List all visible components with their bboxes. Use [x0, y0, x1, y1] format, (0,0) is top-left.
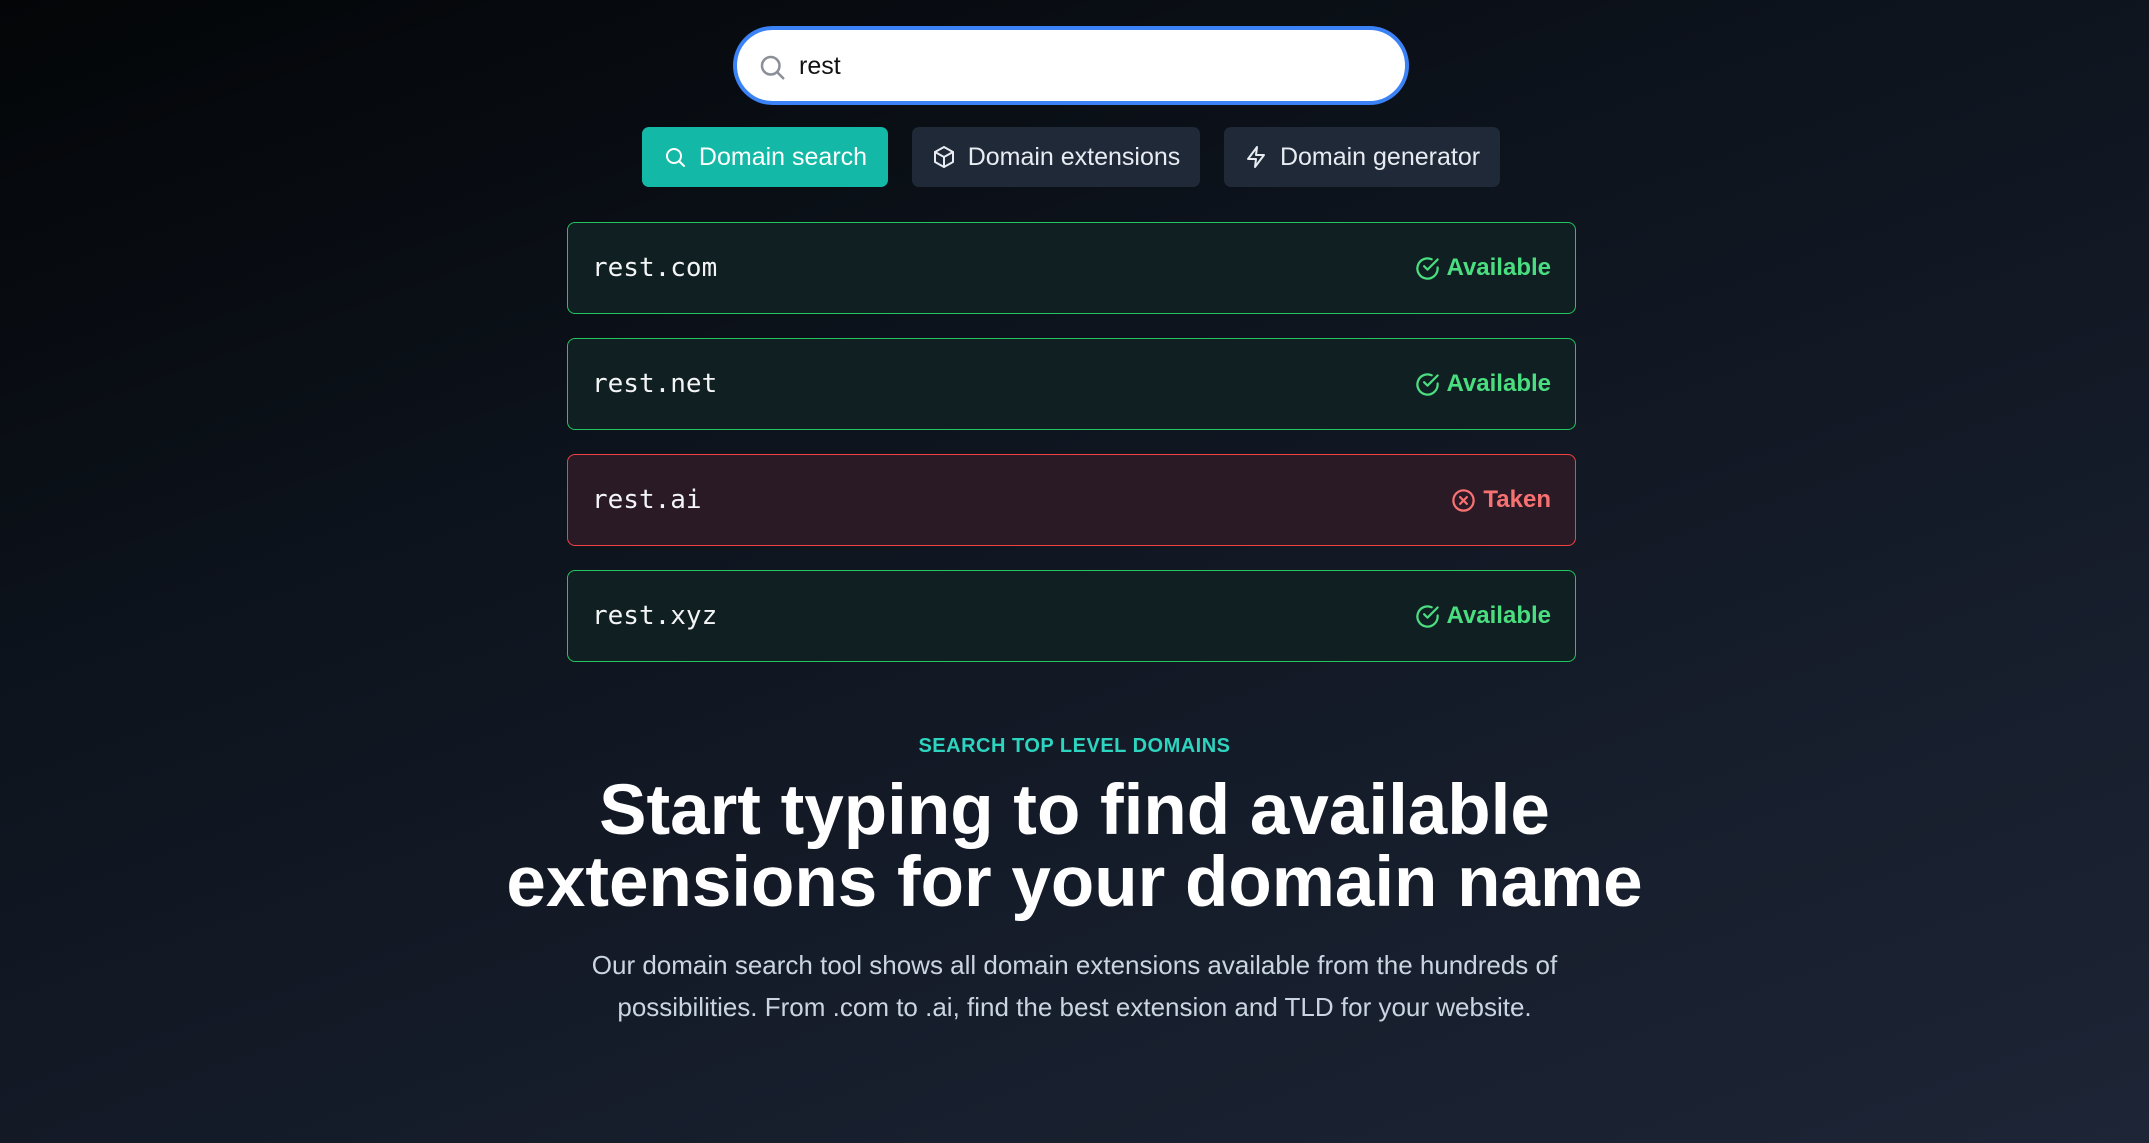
domain-result-row[interactable]: rest.com Available — [567, 222, 1576, 314]
domain-result-row[interactable]: rest.xyz Available — [567, 570, 1576, 662]
status-badge: Available — [1414, 370, 1552, 398]
domain-name: rest.net — [592, 369, 718, 399]
status-badge: Available — [1414, 602, 1552, 630]
domain-name: rest.xyz — [592, 601, 718, 631]
domain-results-list: rest.com Available rest.net Available re… — [567, 222, 1576, 686]
search-input[interactable] — [799, 40, 1389, 92]
domain-name: rest.com — [592, 253, 718, 283]
tab-domain-extensions[interactable]: Domain extensions — [912, 127, 1200, 187]
status-label: Available — [1446, 602, 1552, 629]
description-line: possibilities. From .com to .ai, find th… — [617, 992, 1532, 1022]
x-circle-icon — [1452, 488, 1476, 512]
headline-line: Start typing to find available — [599, 771, 1550, 850]
headline-line: extensions for your domain name — [506, 843, 1643, 922]
search-icon — [665, 148, 685, 167]
lightning-icon — [1246, 146, 1265, 168]
status-label: Available — [1446, 254, 1552, 281]
tab-domain-generator[interactable]: Domain generator — [1224, 127, 1500, 187]
check-circle-icon — [1415, 604, 1439, 628]
tab-label: Domain extensions — [967, 142, 1181, 171]
search-mode-tabs: Domain search Domain extensions Domain g… — [0, 127, 2149, 187]
section-eyebrow: SEARCH TOP LEVEL DOMAINS — [918, 735, 1231, 757]
check-circle-icon — [1415, 256, 1439, 280]
description-line: Our domain search tool shows all domain … — [591, 950, 1558, 980]
page-headline: Start typing to find available extension… — [0, 775, 2149, 919]
domain-result-row[interactable]: rest.ai Taken — [567, 454, 1576, 546]
status-label: Taken — [1483, 486, 1551, 513]
status-label: Available — [1446, 370, 1552, 397]
tab-domain-search[interactable]: Domain search — [642, 127, 888, 187]
search-icon — [760, 55, 785, 80]
domain-result-row[interactable]: rest.net Available — [567, 338, 1576, 430]
search-box[interactable] — [733, 26, 1409, 105]
tab-label: Domain generator — [1279, 142, 1481, 171]
check-circle-icon — [1415, 372, 1439, 396]
tab-label: Domain search — [698, 142, 868, 171]
status-badge: Taken — [1450, 486, 1551, 514]
page-description: Our domain search tool shows all domain … — [0, 944, 2149, 1028]
status-badge: Available — [1414, 254, 1552, 282]
domain-name: rest.ai — [592, 485, 702, 515]
cube-icon — [933, 146, 954, 168]
